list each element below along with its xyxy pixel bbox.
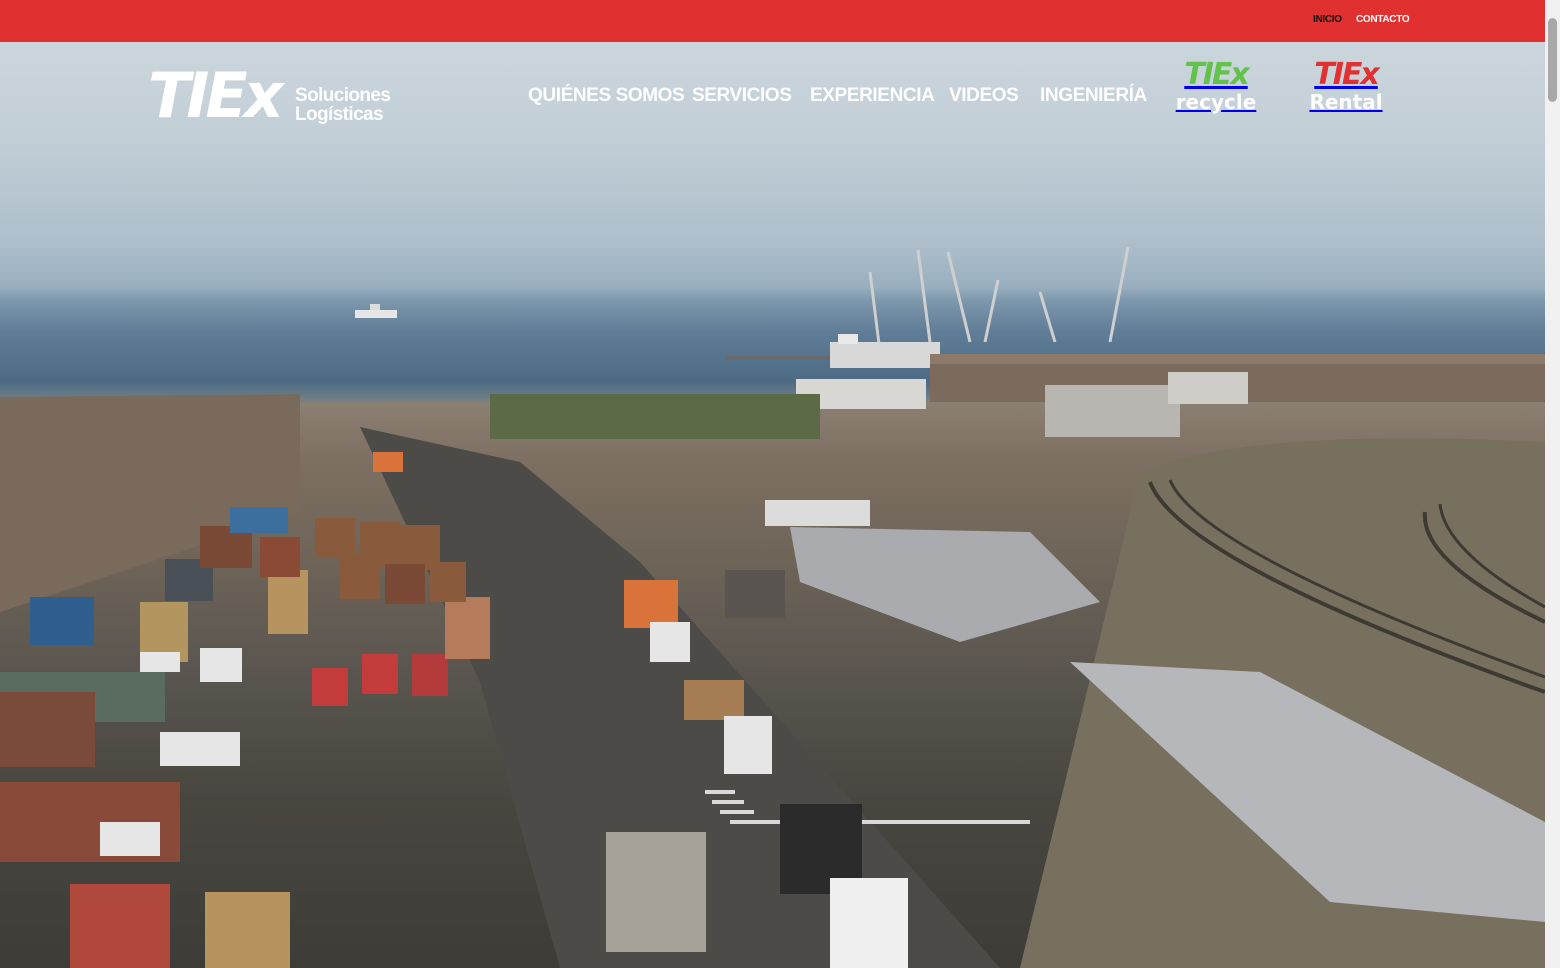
scrollbar-thumb[interactable] (1548, 18, 1557, 102)
top-link-inicio[interactable]: INICIO (1313, 14, 1342, 25)
port-aerial-illustration (0, 246, 1545, 968)
top-link-contacto[interactable]: CONTACTO (1356, 14, 1410, 25)
nav-servicios[interactable]: SERVICIOS (692, 85, 792, 107)
logo-tagline: Soluciones Logísticas (295, 85, 391, 125)
recycle-logo-sub: recycle (1175, 90, 1257, 114)
recycle-logo-mark: TIEx (1184, 57, 1249, 92)
hero-background-image (0, 42, 1545, 968)
logo-tagline-line2: Logísticas (295, 104, 384, 125)
nav-quienes-somos[interactable]: QUIÉNES SOMOS (528, 85, 685, 107)
tiex-logo[interactable]: TIEx Soluciones Logísticas (148, 59, 391, 132)
logo-mark: TIEx (148, 59, 284, 132)
nav-videos[interactable]: VIDEOS (949, 85, 1019, 107)
rental-logo-sub: Rental (1309, 90, 1383, 114)
page-scrollbar[interactable] (1545, 0, 1560, 968)
logo-tagline-line1: Soluciones (295, 85, 391, 106)
tiex-rental-logo-link[interactable]: TIEx Rental (1300, 57, 1392, 114)
top-bar: INICIO CONTACTO (0, 0, 1545, 42)
nav-experiencia[interactable]: EXPERIENCIA (810, 85, 935, 107)
nav-ingenieria[interactable]: INGENIERÍA (1040, 85, 1147, 107)
rental-logo-mark: TIEx (1314, 57, 1379, 92)
tiex-recycle-logo-link[interactable]: TIEx recycle (1170, 57, 1262, 114)
